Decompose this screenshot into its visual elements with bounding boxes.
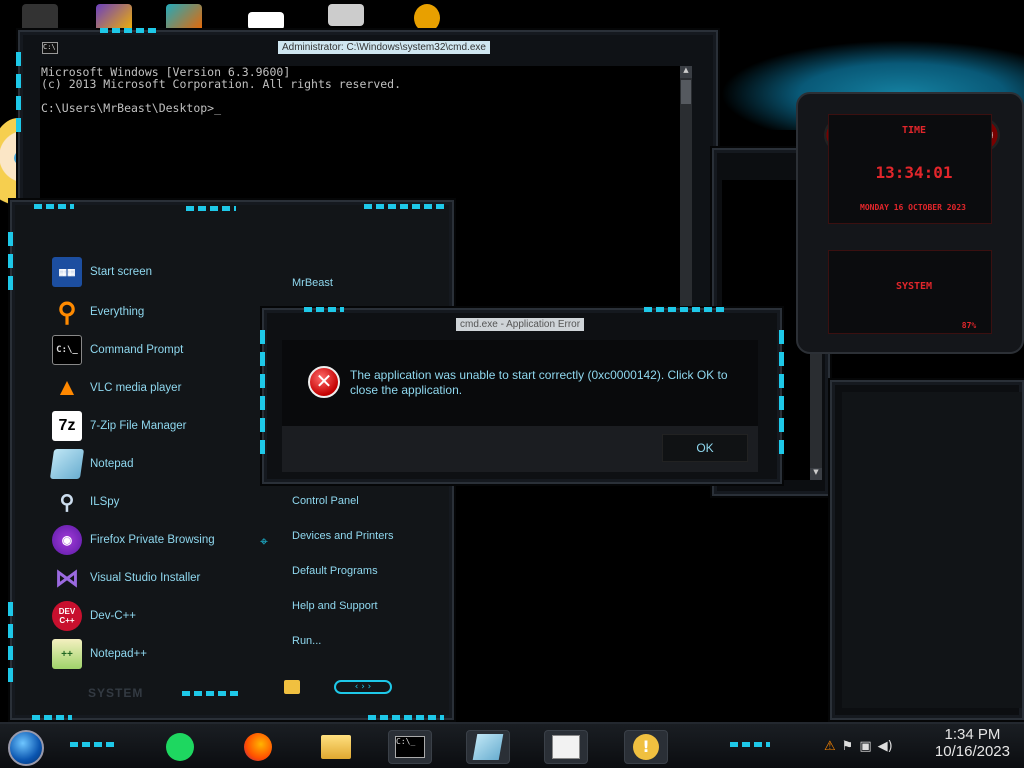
taskbar-command-prompt[interactable]: C:\_ (388, 730, 432, 764)
start-item-firefox-private[interactable]: ◉ Firefox Private Browsing (52, 522, 282, 558)
background-window-2[interactable] (830, 380, 1024, 720)
taskbar-document[interactable] (544, 730, 588, 764)
ilspy-icon: ⚲ (59, 491, 75, 514)
error-dialog-footer: OK (282, 426, 758, 472)
clock-date: 10/16/2023 (934, 743, 1010, 760)
error-message: The application was unable to start corr… (350, 368, 728, 397)
desktop-icon-3[interactable] (166, 4, 202, 32)
desktop-icon-5[interactable] (328, 4, 364, 26)
vlc-cone-icon: ▲ (55, 374, 79, 401)
start-item-everything[interactable]: ⚲ Everything (52, 294, 282, 330)
taskbar-notepad[interactable] (466, 730, 510, 764)
cmd-titlebar[interactable]: C:\ Administrator: C:\Windows\system32\c… (38, 40, 698, 58)
taskbar-spotify[interactable] (160, 730, 200, 764)
start-screen-icon: ▦▦ (52, 257, 82, 287)
start-item-notepadpp[interactable]: ++ Notepad++ (52, 636, 282, 672)
start-item-label: Dev-C++ (90, 610, 137, 622)
everything-search-icon: ⚲ (57, 296, 77, 327)
ok-button[interactable]: OK (662, 434, 748, 462)
start-item-label: Firefox Private Browsing (90, 534, 215, 546)
start-menu-programs: ▦▦ Start screen ⚲ Everything C:\_ Comman… (49, 244, 282, 684)
sticky-note-icon[interactable] (284, 680, 300, 694)
taskbar-firefox[interactable] (238, 730, 278, 764)
file-explorer-icon (321, 735, 351, 759)
error-dialog-body: ✕ The application was unable to start co… (282, 340, 758, 426)
start-item-vs-installer[interactable]: ⋈ Visual Studio Installer (52, 560, 282, 596)
error-icon: ✕ (308, 366, 340, 398)
start-item-vlc[interactable]: ▲ VLC media player (52, 370, 282, 406)
start-item-devcpp[interactable]: DEV C++ Dev-C++ (52, 598, 282, 634)
cmd-scrollbar[interactable]: ▲ (680, 66, 692, 316)
start-nav-arrows-icon[interactable]: ‹ › › (334, 680, 392, 694)
tray-app-icon[interactable]: ⚠ (824, 739, 836, 754)
7zip-icon: 7z (52, 411, 82, 441)
clock-gadget[interactable]: TIME 13:34:01 MONDAY 16 OCTOBER 2023 SYS… (796, 92, 1024, 354)
start-item-command-prompt[interactable]: C:\_ Command Prompt (52, 332, 282, 368)
start-item-notepad[interactable]: Notepad (49, 446, 282, 482)
action-center-flag-icon[interactable]: ⚑ (842, 739, 854, 754)
error-message-icon: ! (633, 734, 659, 760)
start-item-label: Notepad++ (90, 648, 147, 660)
spotify-icon (166, 733, 194, 761)
start-item-7zip[interactable]: 7z 7-Zip File Manager (52, 408, 282, 444)
start-item-label: Visual Studio Installer (90, 572, 201, 584)
gadget-cpu-percent: 87% (961, 321, 977, 330)
desktop-icon-6[interactable] (414, 4, 440, 32)
gadget-time-panel: TIME 13:34:01 MONDAY 16 OCTOBER 2023 (828, 114, 992, 224)
gadget-system-label: SYSTEM (895, 281, 933, 292)
crosshair-icon: ⌖ (260, 534, 268, 550)
start-item-label: 7-Zip File Manager (90, 420, 187, 432)
start-item-label: Notepad (90, 458, 134, 470)
start-right-control-panel[interactable]: Control Panel (292, 495, 359, 507)
start-right-default-programs[interactable]: Default Programs (292, 565, 378, 577)
firefox-private-icon: ◉ (52, 525, 82, 555)
error-dialog-title: cmd.exe - Application Error (456, 318, 585, 331)
command-prompt-icon: C:\_ (52, 335, 82, 365)
start-orb-button[interactable] (8, 730, 44, 766)
scroll-down-icon[interactable]: ▼ (810, 468, 822, 480)
start-user-name[interactable]: MrBeast (292, 277, 333, 289)
cmd-window-icon: C:\ (42, 42, 58, 54)
taskbar: C:\_ ! ⚠ ⚑ ▣ ◀) 1:34 PM 10/16/2023 (0, 722, 1024, 768)
taskbar-clock[interactable]: 1:34 PM 10/16/2023 (935, 726, 1010, 760)
desktop-icon-1[interactable] (22, 4, 58, 32)
visual-studio-installer-icon: ⋈ (55, 564, 79, 592)
scroll-up-icon[interactable]: ▲ (680, 66, 692, 78)
start-item-label: ILSpy (90, 496, 120, 508)
gadget-time: 13:34:01 (875, 163, 953, 182)
notepad-icon (472, 734, 504, 760)
volume-icon[interactable]: ◀) (878, 739, 893, 754)
taskbar-file-explorer[interactable] (316, 730, 356, 764)
desktop-icon-4[interactable] (248, 12, 284, 30)
gadget-date: MONDAY 16 OCTOBER 2023 (860, 203, 966, 212)
cmd-window-title: Administrator: C:\Windows\system32\cmd.e… (278, 41, 490, 54)
taskbar-error-message[interactable]: ! (624, 730, 668, 764)
start-item-start-screen[interactable]: ▦▦ Start screen (52, 254, 282, 290)
error-dialog[interactable]: cmd.exe - Application Error ✕ The applic… (260, 307, 784, 484)
start-item-label: Start screen (90, 266, 152, 278)
start-item-ilspy[interactable]: ⚲ ILSpy (52, 484, 282, 520)
gadget-time-label: TIME (901, 125, 927, 136)
clock-time: 1:34 PM (944, 726, 1001, 743)
start-item-label: Everything (90, 306, 145, 318)
start-right-devices-printers[interactable]: Devices and Printers (292, 530, 394, 542)
firefox-icon (244, 733, 272, 761)
network-icon[interactable]: ▣ (859, 739, 871, 754)
gadget-system-panel: SYSTEM 87% (828, 250, 992, 334)
command-prompt-icon: C:\_ (395, 736, 425, 758)
start-item-label: VLC media player (90, 382, 182, 394)
start-item-label: Command Prompt (90, 344, 184, 356)
background-window-2-content (842, 392, 1022, 708)
devcpp-icon: DEV C++ (52, 601, 82, 631)
start-right-help-support[interactable]: Help and Support (292, 600, 378, 612)
console-line: (c) 2013 Microsoft Corporation. All righ… (41, 77, 402, 91)
document-icon (552, 735, 580, 759)
console-prompt: C:\Users\MrBeast\Desktop>_ (41, 101, 222, 115)
scroll-thumb[interactable] (681, 80, 691, 104)
start-right-run[interactable]: Run... (292, 635, 321, 647)
notepadpp-icon: ++ (52, 639, 82, 669)
start-system-label: SYSTEM (88, 686, 144, 700)
system-tray: ⚠ ⚑ ▣ ◀) (824, 734, 893, 758)
notepad-icon (49, 449, 85, 479)
